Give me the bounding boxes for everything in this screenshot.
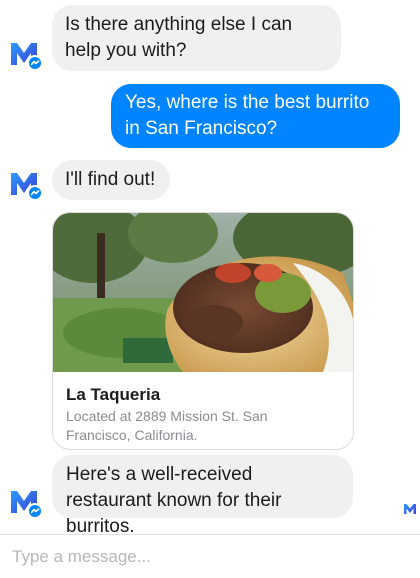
- restaurant-name: La Taqueria: [66, 385, 161, 404]
- message-text: Yes, where is the best burrito in San Fr…: [125, 92, 370, 139]
- message-bubble-incoming: Here's a well-received restaurant known …: [52, 455, 353, 537]
- message-text: I'll find out!: [65, 169, 156, 190]
- message-text: Here's a well-received restaurant known …: [66, 464, 282, 537]
- message-bubble-outgoing: Yes, where is the best burrito in San Fr…: [111, 84, 400, 148]
- message-bubble-incoming: I'll find out!: [52, 160, 170, 200]
- message-text: Is there anything else I can help you wi…: [65, 14, 293, 61]
- seen-receipt-icon: [403, 502, 417, 516]
- message-input[interactable]: [12, 545, 402, 569]
- restaurant-card[interactable]: La Taqueria Located at 2889 Mission St. …: [52, 212, 354, 450]
- restaurant-address: Located at 2889 Mission St. San Francisc…: [66, 408, 268, 443]
- message-bubble-incoming: Is there anything else I can help you wi…: [52, 5, 341, 71]
- m-assistant-avatar-icon: [8, 484, 44, 520]
- m-assistant-avatar-icon: [8, 166, 44, 202]
- restaurant-photo: [53, 213, 353, 372]
- message-composer: [0, 534, 420, 578]
- m-assistant-avatar-icon: [8, 36, 44, 72]
